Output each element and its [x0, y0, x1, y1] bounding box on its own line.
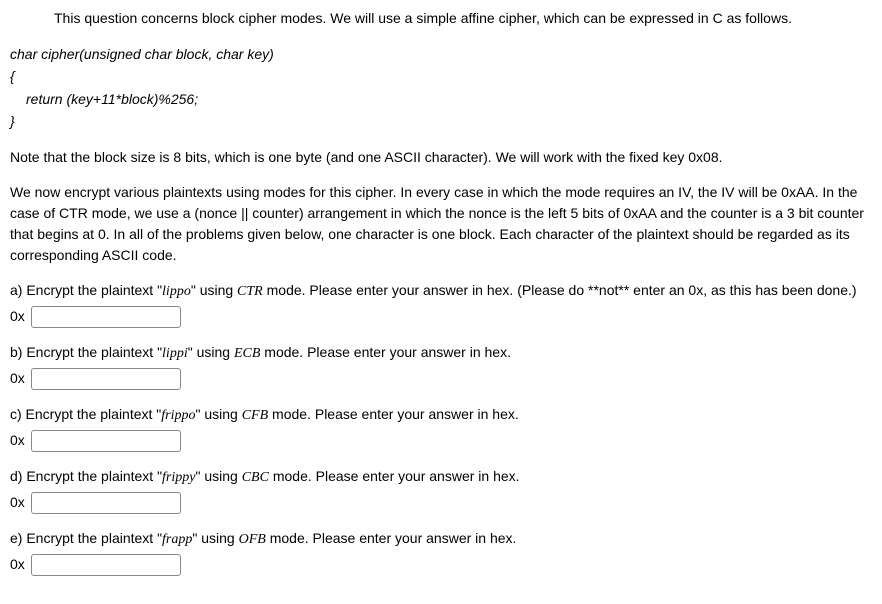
e-answer-input[interactable] [31, 554, 181, 576]
a-mid: " using [191, 282, 237, 298]
a-post: mode. Please enter your answer in hex. (… [263, 282, 857, 298]
subquestion-b-text: b) Encrypt the plaintext "lippi" using E… [10, 342, 872, 364]
code-block: char cipher(unsigned char block, char ke… [10, 43, 872, 133]
subquestion-a: a) Encrypt the plaintext "lippo" using C… [10, 280, 872, 328]
question-intro: This question concerns block cipher mode… [54, 8, 872, 29]
a-answer-input[interactable] [31, 306, 181, 328]
d-mid: " using [196, 468, 242, 484]
c-mid: " using [196, 406, 242, 422]
a-prefix: 0x [10, 306, 25, 327]
e-mode: OFB [239, 532, 266, 547]
d-pre: d) Encrypt the plaintext " [10, 468, 162, 484]
subquestion-c-text: c) Encrypt the plaintext "frippo" using … [10, 404, 872, 426]
e-mid: " using [192, 530, 238, 546]
a-pre: a) Encrypt the plaintext " [10, 282, 162, 298]
b-pre: b) Encrypt the plaintext " [10, 344, 162, 360]
d-mode: CBC [242, 470, 269, 485]
subquestion-d-text: d) Encrypt the plaintext "frippy" using … [10, 466, 872, 488]
e-pre: e) Encrypt the plaintext " [10, 530, 162, 546]
e-prefix: 0x [10, 554, 25, 575]
subquestion-e: e) Encrypt the plaintext "frapp" using O… [10, 528, 872, 576]
c-plaintext: frippo [161, 408, 195, 423]
setup-paragraph: We now encrypt various plaintexts using … [10, 182, 872, 266]
d-input-row: 0x [10, 492, 872, 514]
b-plaintext: lippi [162, 346, 188, 361]
b-mode: ECB [234, 346, 260, 361]
intro-text: This question concerns block cipher mode… [54, 10, 792, 26]
b-input-row: 0x [10, 368, 872, 390]
code-body: return (key+11*block)%256; [10, 88, 872, 110]
d-prefix: 0x [10, 492, 25, 513]
subquestion-b: b) Encrypt the plaintext "lippi" using E… [10, 342, 872, 390]
note-paragraph: Note that the block size is 8 bits, whic… [10, 147, 872, 168]
a-mode: CTR [237, 284, 263, 299]
subquestion-a-text: a) Encrypt the plaintext "lippo" using C… [10, 280, 872, 302]
subquestion-c: c) Encrypt the plaintext "frippo" using … [10, 404, 872, 452]
c-pre: c) Encrypt the plaintext " [10, 406, 161, 422]
b-post: mode. Please enter your answer in hex. [260, 344, 511, 360]
b-mid: " using [188, 344, 234, 360]
e-input-row: 0x [10, 554, 872, 576]
c-mode: CFB [242, 408, 268, 423]
d-answer-input[interactable] [31, 492, 181, 514]
c-prefix: 0x [10, 430, 25, 451]
code-close-brace: } [10, 110, 872, 132]
d-plaintext: frippy [162, 470, 195, 485]
note-text: Note that the block size is 8 bits, whic… [10, 149, 723, 165]
subquestion-e-text: e) Encrypt the plaintext "frapp" using O… [10, 528, 872, 550]
b-answer-input[interactable] [31, 368, 181, 390]
c-answer-input[interactable] [31, 430, 181, 452]
d-post: mode. Please enter your answer in hex. [269, 468, 520, 484]
subquestion-d: d) Encrypt the plaintext "frippy" using … [10, 466, 872, 514]
b-prefix: 0x [10, 368, 25, 389]
code-signature: char cipher(unsigned char block, char ke… [10, 43, 872, 65]
a-input-row: 0x [10, 306, 872, 328]
c-post: mode. Please enter your answer in hex. [268, 406, 519, 422]
e-plaintext: frapp [162, 532, 192, 547]
setup-text: We now encrypt various plaintexts using … [10, 184, 864, 263]
code-open-brace: { [10, 65, 872, 87]
a-plaintext: lippo [162, 284, 191, 299]
e-post: mode. Please enter your answer in hex. [266, 530, 517, 546]
c-input-row: 0x [10, 430, 872, 452]
